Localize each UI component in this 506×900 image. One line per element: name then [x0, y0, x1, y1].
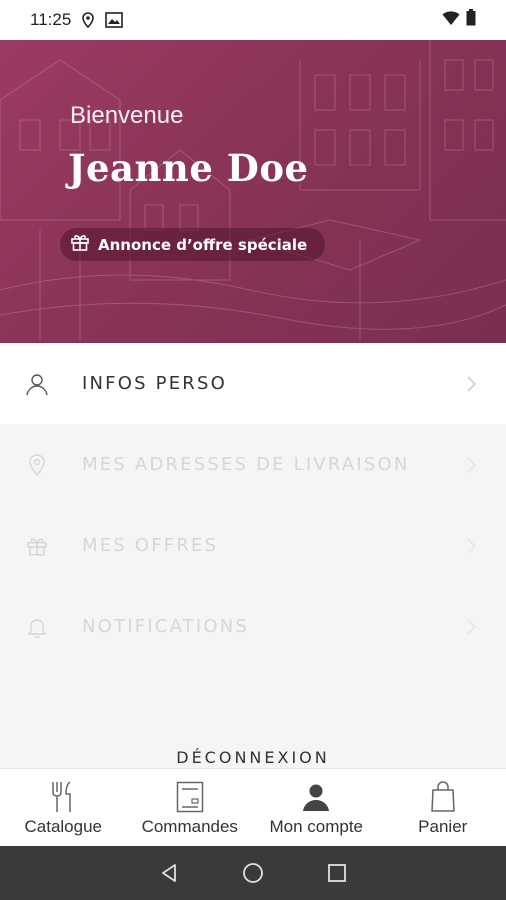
profile-hero: Bienvenue Jeanne Doe Annonce d’offre spé…: [0, 40, 506, 343]
battery-icon: [466, 9, 476, 31]
greeting-text: Bienvenue: [70, 102, 184, 129]
logout-button[interactable]: DÉCONNEXION: [0, 748, 506, 767]
gift-icon: [25, 534, 49, 558]
system-navigation-bar: [0, 846, 506, 900]
user-icon: [25, 372, 49, 396]
menu-item-label: NOTIFICATIONS: [82, 616, 250, 637]
menu-item-infos-perso[interactable]: INFOS PERSO: [0, 343, 506, 424]
menu-item-label: MES OFFRES: [82, 535, 219, 556]
nav-catalogue[interactable]: Catalogue: [0, 769, 127, 846]
home-icon[interactable]: [241, 861, 265, 885]
nav-label: Mon compte: [269, 817, 364, 836]
city-sketch-background: [0, 40, 506, 340]
nav-mon-compte[interactable]: Mon compte: [253, 769, 380, 846]
nav-label: Catalogue: [24, 817, 102, 836]
status-time: 11:25: [30, 10, 72, 29]
fork-knife-icon: [46, 780, 80, 814]
wifi-icon: [442, 10, 460, 31]
nav-panier[interactable]: Panier: [380, 769, 506, 846]
orders-icon: [173, 780, 207, 814]
bottom-navigation: Catalogue Commandes Mon compte Panier: [0, 768, 506, 846]
menu-item-notifications[interactable]: NOTIFICATIONS: [0, 586, 506, 667]
account-menu: INFOS PERSO MES ADRESSES DE LIVRAISON ME…: [0, 343, 506, 768]
user-filled-icon: [299, 780, 333, 814]
menu-item-label: INFOS PERSO: [82, 373, 227, 394]
recents-icon[interactable]: [325, 861, 349, 885]
location-icon: [79, 11, 97, 29]
status-right: [442, 9, 476, 31]
user-name: Jeanne Doe: [68, 146, 309, 190]
chevron-right-icon: [467, 618, 477, 635]
gift-icon: [70, 232, 90, 257]
special-offer-label: Annonce d’offre spéciale: [98, 235, 308, 254]
back-icon[interactable]: [157, 861, 181, 885]
status-bar: 11:25: [0, 0, 506, 40]
nav-label: Commandes: [141, 817, 238, 836]
chevron-right-icon: [467, 537, 477, 554]
chevron-right-icon: [467, 375, 477, 392]
menu-item-offres[interactable]: MES OFFRES: [0, 505, 506, 586]
chevron-right-icon: [467, 456, 477, 473]
menu-item-label: MES ADRESSES DE LIVRAISON: [82, 454, 410, 475]
menu-item-adresses[interactable]: MES ADRESSES DE LIVRAISON: [0, 424, 506, 505]
nav-label: Panier: [418, 817, 468, 836]
shopping-bag-icon: [426, 780, 460, 814]
bell-icon: [25, 615, 49, 639]
location-pin-icon: [25, 453, 49, 477]
special-offer-button[interactable]: Annonce d’offre spéciale: [60, 228, 326, 261]
image-notification-icon: [105, 11, 124, 29]
nav-commandes[interactable]: Commandes: [127, 769, 254, 846]
